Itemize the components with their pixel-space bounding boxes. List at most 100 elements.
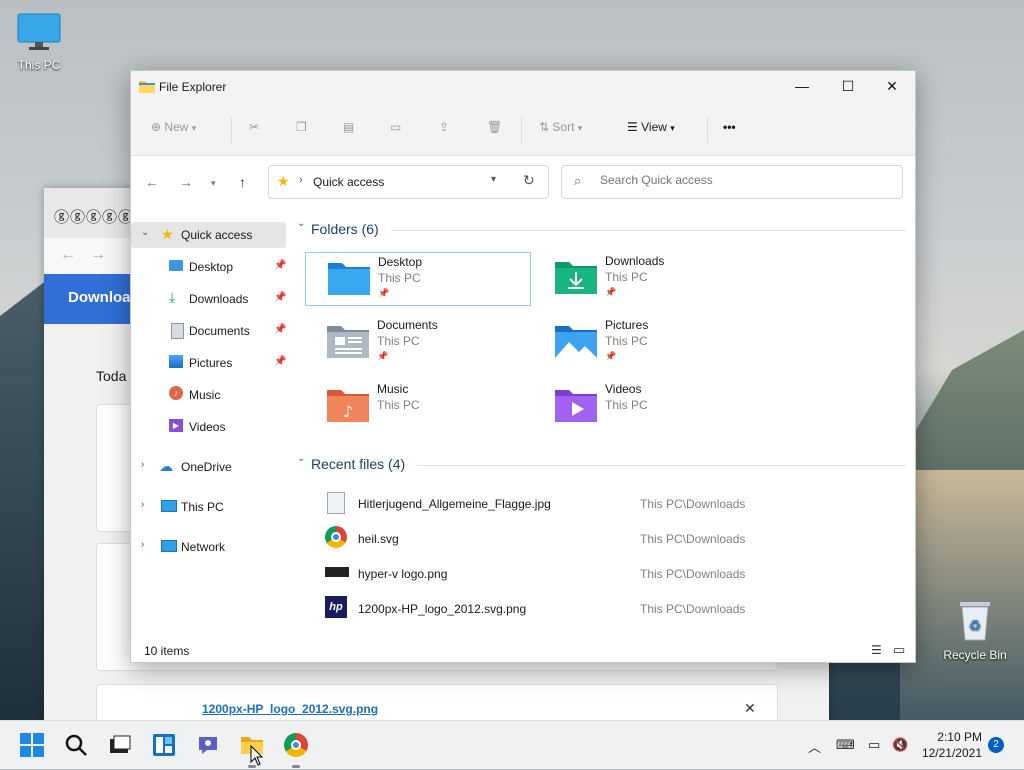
title-bar[interactable]: File Explorer — ☐ ✕ — [131, 71, 915, 103]
sidebar-item-network[interactable]: › Network — [131, 534, 286, 560]
sidebar-item-pictures[interactable]: Pictures 📌 — [131, 350, 286, 376]
details-view-icon[interactable]: ☰ — [871, 643, 882, 657]
task-view-icon[interactable] — [108, 733, 132, 757]
sidebar-item-music[interactable]: ♪ Music — [131, 382, 286, 408]
chevron-right-icon[interactable]: › — [141, 539, 144, 550]
recent-locations-icon[interactable]: ▾ — [211, 178, 216, 189]
cut-button[interactable]: ✂ — [249, 120, 259, 134]
chevron-down-icon: ▾ — [670, 123, 675, 133]
recent-file-row[interactable]: heil.svg This PC\Downloads — [315, 523, 875, 553]
videos-folder-icon — [555, 386, 597, 425]
chevron-right-icon[interactable]: › — [141, 459, 144, 470]
desktop-icon-this-pc[interactable]: This PC — [4, 12, 74, 72]
widgets-icon[interactable] — [152, 733, 176, 757]
folder-name: Videos — [605, 382, 642, 396]
new-button[interactable]: ⊕ New ▾ — [151, 120, 196, 134]
sidebar-item-quick-access[interactable]: ⌄ ★ Quick access — [131, 222, 286, 248]
delete-button[interactable]: 🗑 — [487, 120, 502, 134]
recent-file-row[interactable]: hyper-v logo.png This PC\Downloads — [315, 558, 875, 588]
star-icon: ★ — [277, 173, 290, 189]
folder-tile-music[interactable]: ♪ Music This PC — [305, 380, 529, 432]
sidebar-item-desktop[interactable]: Desktop 📌 — [131, 254, 286, 280]
folder-tile-downloads[interactable]: Downloads This PC 📌 — [533, 252, 757, 304]
search-icon: ⌕ — [574, 173, 582, 188]
file-explorer-window[interactable]: File Explorer — ☐ ✕ ⊕ New ▾ ✂ ❐ ▤ ▭ ⇪ 🗑 … — [130, 70, 916, 663]
sidebar-item-onedrive[interactable]: › ☁ OneDrive — [131, 454, 286, 480]
keyboard-icon[interactable]: ⌨ — [836, 737, 855, 753]
download-link[interactable]: 1200px-HP_logo_2012.svg.png — [202, 702, 378, 716]
chevron-right-icon[interactable]: › — [141, 499, 144, 510]
volume-muted-icon[interactable]: 🔇 — [892, 737, 908, 753]
forward-arrow-icon[interactable]: → — [90, 246, 106, 264]
back-arrow-icon[interactable]: ← — [145, 174, 159, 190]
back-arrow-icon[interactable]: ← — [60, 246, 76, 264]
navigation-pane: ⌄ ★ Quick access Desktop 📌 ⤓ Downloads 📌… — [131, 208, 291, 628]
folder-tile-videos[interactable]: Videos This PC — [533, 380, 757, 432]
folder-tile-pictures[interactable]: Pictures This PC 📌 — [533, 316, 757, 368]
banner-title: Downloa — [68, 289, 131, 306]
sidebar-item-videos[interactable]: ▶ Videos — [131, 414, 286, 440]
recent-file-name: hyper-v logo.png — [358, 567, 448, 581]
search-box[interactable]: ⌕ — [561, 165, 903, 199]
today-label: Toda — [96, 368, 127, 384]
monitor-icon — [161, 500, 177, 512]
recent-files-section-header[interactable]: Recent files (4) — [311, 456, 405, 472]
address-dropdown-icon[interactable]: ▾ — [491, 174, 496, 185]
status-bar: 10 items ☰ ▭ — [131, 641, 915, 661]
collapse-chevron-icon[interactable]: ⌄ — [297, 453, 305, 464]
share-button[interactable]: ⇪ — [439, 120, 449, 134]
folder-name: Documents — [377, 318, 438, 332]
paste-button[interactable]: ▤ — [343, 120, 354, 134]
folder-tile-desktop[interactable]: Desktop This PC 📌 — [305, 252, 531, 306]
sort-button[interactable]: ⇅ Sort ▾ — [539, 120, 582, 134]
sidebar-item-this-pc[interactable]: › This PC — [131, 494, 286, 520]
minimize-button[interactable]: — — [779, 71, 825, 103]
start-icon[interactable] — [20, 733, 44, 757]
breadcrumb[interactable]: Quick access — [313, 175, 384, 189]
network-status-icon[interactable]: ▭ — [868, 737, 880, 753]
tiles-view-icon[interactable]: ▭ — [893, 642, 905, 658]
sidebar-item-label: Documents — [189, 324, 250, 338]
recent-file-location: This PC\Downloads — [640, 567, 746, 581]
clock[interactable]: 2:10 PM 12/21/2021 — [920, 729, 982, 761]
hp-thumb-icon: hp — [325, 596, 347, 618]
close-icon[interactable]: ✕ — [744, 700, 756, 717]
recycle-bin-icon: ♻ — [940, 598, 1010, 645]
forward-arrow-icon[interactable]: → — [179, 174, 193, 190]
folder-location: This PC — [377, 334, 420, 348]
network-icon — [161, 540, 177, 552]
sidebar-item-label: Music — [189, 388, 221, 402]
item-count: 10 items — [144, 644, 190, 658]
sort-icon: ⇅ — [539, 120, 550, 134]
recent-file-row[interactable]: hp 1200px-HP_logo_2012.svg.png This PC\D… — [315, 593, 875, 623]
notification-badge[interactable]: 2 — [988, 737, 1004, 753]
search-icon[interactable] — [64, 733, 88, 757]
sidebar-item-label: OneDrive — [181, 460, 232, 474]
close-button[interactable]: ✕ — [869, 71, 915, 103]
recent-file-row[interactable]: Hitlerjugend_Allgemeine_Flagge.jpg This … — [315, 488, 875, 518]
folders-section-header[interactable]: Folders (6) — [311, 221, 379, 237]
view-button[interactable]: ☰ View ▾ — [627, 120, 675, 134]
sidebar-item-documents[interactable]: Documents 📌 — [131, 318, 286, 344]
chevron-up-icon[interactable]: ︿ — [808, 737, 821, 756]
collapse-chevron-icon[interactable]: ⌄ — [297, 218, 305, 229]
copy-button[interactable]: ❐ — [296, 120, 307, 134]
recent-file-name: heil.svg — [358, 532, 399, 546]
desktop-icon-recycle-bin[interactable]: ♻ Recycle Bin — [940, 598, 1010, 662]
search-input[interactable] — [598, 172, 892, 188]
up-arrow-icon[interactable]: ↑ — [239, 174, 246, 190]
address-bar[interactable]: ★ › Quick access ▾ ↻ — [268, 165, 549, 199]
chevron-down-icon[interactable]: ⌄ — [141, 227, 149, 238]
chrome-icon[interactable] — [284, 733, 308, 757]
maximize-button[interactable]: ☐ — [825, 71, 871, 103]
see-more-button[interactable]: ••• — [723, 120, 736, 134]
refresh-icon[interactable]: ↻ — [523, 172, 535, 189]
sidebar-item-downloads[interactable]: ⤓ Downloads 📌 — [131, 286, 286, 312]
rename-button[interactable]: ▭ — [390, 120, 401, 134]
folder-location: This PC — [377, 398, 420, 412]
desktop-icon-label: This PC — [17, 58, 61, 72]
chat-icon[interactable] — [196, 733, 220, 757]
folder-tile-documents[interactable]: Documents This PC 📌 — [305, 316, 529, 368]
copy-icon: ❐ — [296, 120, 307, 134]
folder-name: Desktop — [378, 255, 423, 269]
